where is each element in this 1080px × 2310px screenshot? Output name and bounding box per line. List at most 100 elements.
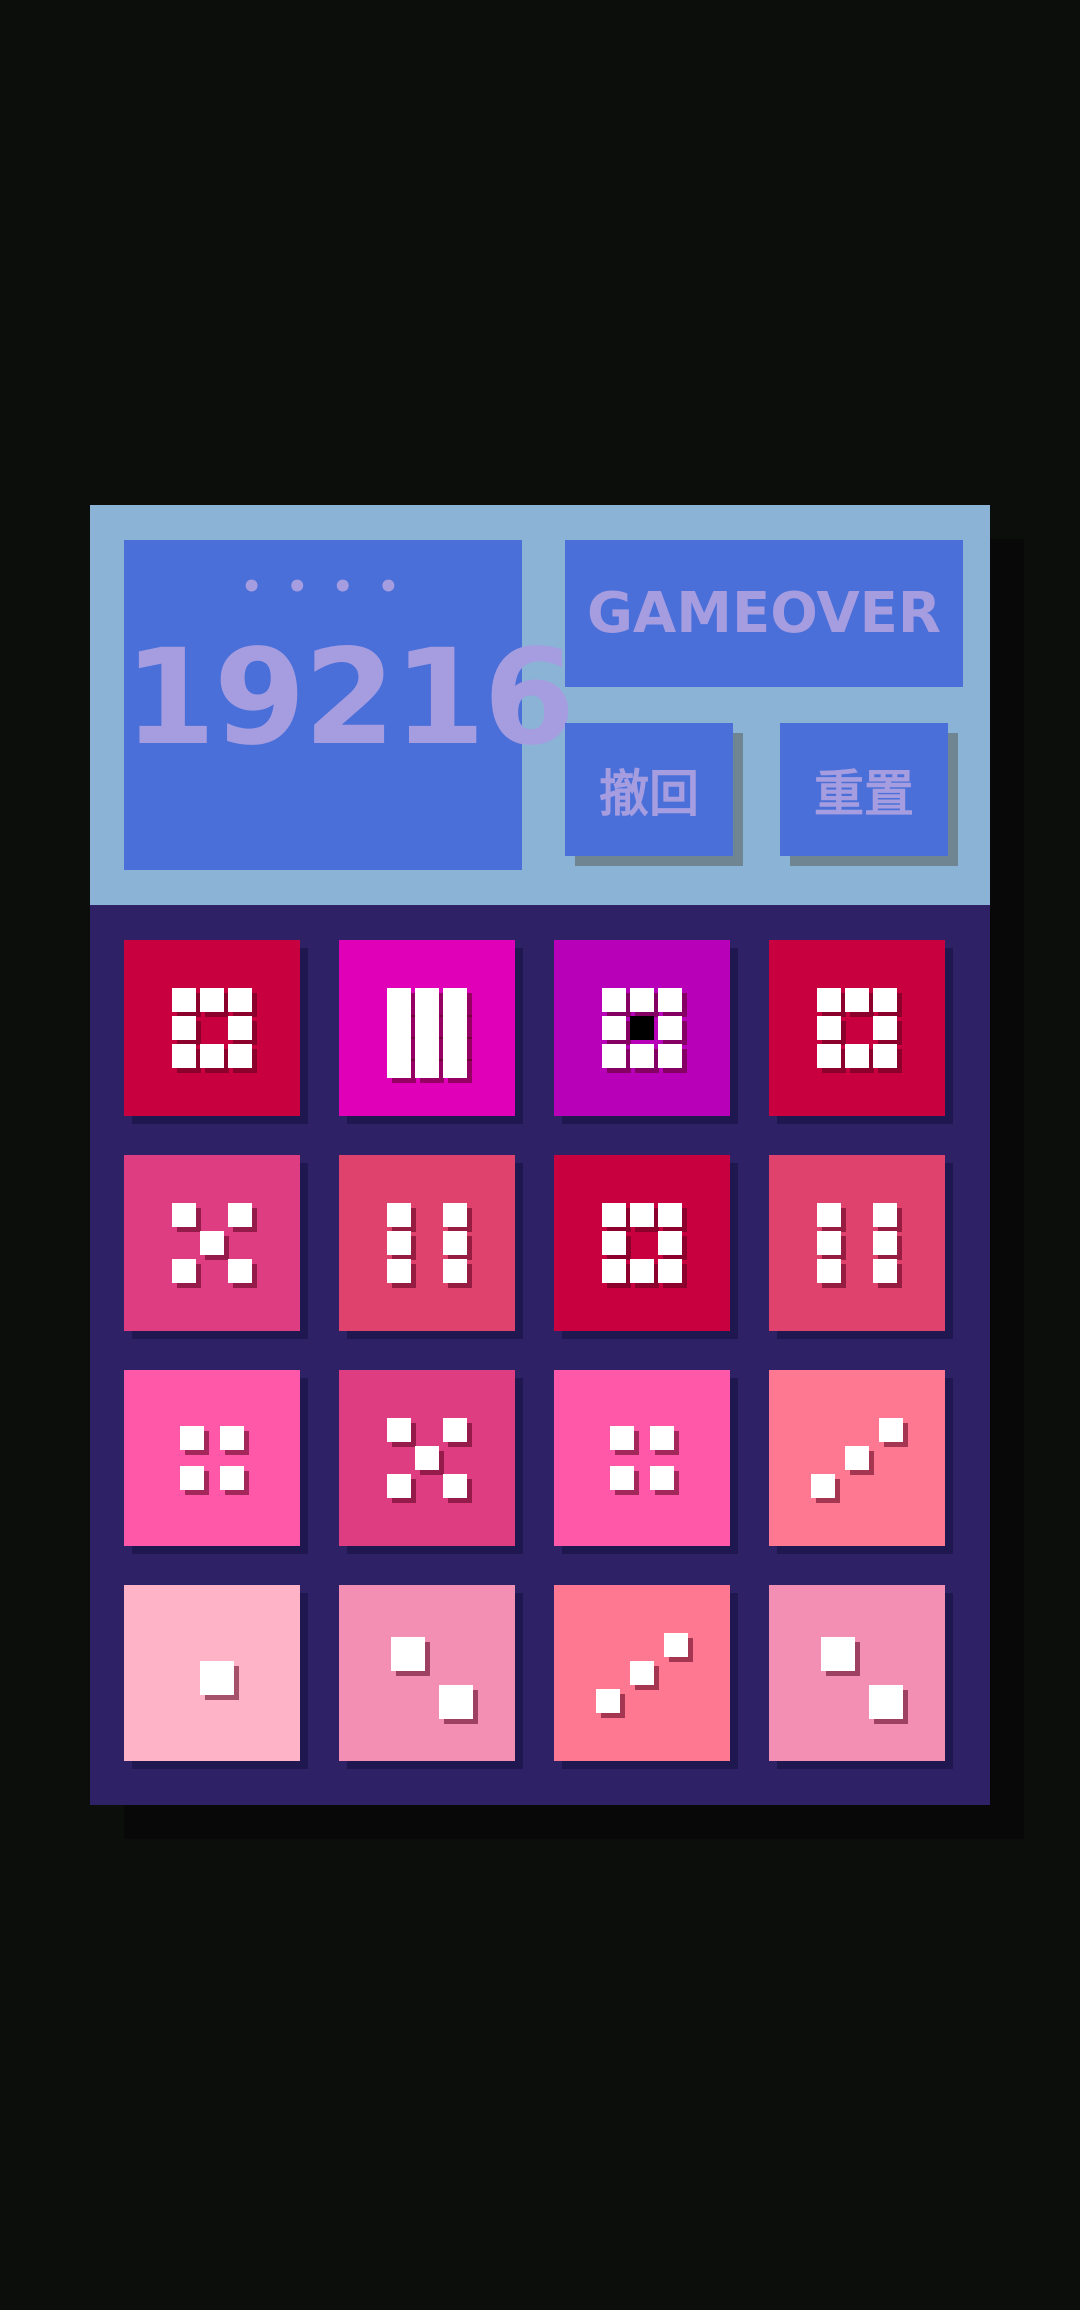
tile-pip — [817, 1044, 841, 1068]
header-panel: • • • • 19216 GAMEOVER 撤回 重置 — [90, 505, 990, 905]
tile-pip — [228, 1016, 252, 1040]
tile-pip — [869, 1685, 903, 1719]
tile-pip — [602, 1231, 626, 1255]
tile-pip — [200, 1231, 224, 1255]
score-dots: • • • • — [240, 567, 406, 607]
tile-r2-c3[interactable] — [554, 1155, 730, 1331]
tile-pip — [415, 1446, 439, 1470]
tile-pip — [658, 1203, 682, 1227]
tile-pip — [650, 1426, 674, 1450]
tile-pip — [602, 1203, 626, 1227]
tile-pip — [172, 1016, 196, 1040]
tile-pip — [228, 988, 252, 1012]
tile-pip — [387, 1418, 411, 1442]
tile-pip — [387, 1203, 411, 1227]
tile-r1-c1[interactable] — [124, 940, 300, 1116]
tile-r1-c3[interactable] — [554, 940, 730, 1116]
tile-pip — [610, 1426, 634, 1450]
tile-pip — [596, 1689, 620, 1713]
tile-pip — [228, 1259, 252, 1283]
tile-center-dark-pip — [630, 1016, 654, 1040]
reset-button[interactable]: 重置 — [780, 723, 948, 856]
tile-pip — [873, 1203, 897, 1227]
tile-pip — [443, 1032, 467, 1056]
tile-r2-c2[interactable] — [339, 1155, 515, 1331]
tile-pip — [845, 1446, 869, 1470]
tile-pip — [172, 988, 196, 1012]
tile-r3-c3[interactable] — [554, 1370, 730, 1546]
tile-pip — [443, 1259, 467, 1283]
tile-pip — [811, 1474, 835, 1498]
tile-pip — [630, 1203, 654, 1227]
tile-pip — [228, 1203, 252, 1227]
game-status-button[interactable]: GAMEOVER — [565, 540, 963, 687]
tile-pip — [443, 1474, 467, 1498]
tile-pip — [817, 988, 841, 1012]
tile-pip — [821, 1637, 855, 1671]
tile-pip — [873, 988, 897, 1012]
tile-pip — [658, 988, 682, 1012]
tile-pip — [180, 1426, 204, 1450]
tile-pip — [443, 1418, 467, 1442]
tile-r2-c4[interactable] — [769, 1155, 945, 1331]
score-value: 19216 — [124, 621, 575, 775]
tile-pip — [658, 1259, 682, 1283]
tile-pip — [602, 1259, 626, 1283]
tile-pip — [415, 1054, 439, 1078]
tile-pip — [873, 1259, 897, 1283]
tile-r3-c1[interactable] — [124, 1370, 300, 1546]
tile-pip — [200, 1044, 224, 1068]
tile-pip — [658, 1231, 682, 1255]
tile-pip — [817, 1203, 841, 1227]
tile-pip — [630, 1044, 654, 1068]
tile-r1-c4[interactable] — [769, 940, 945, 1116]
tile-pip — [172, 1044, 196, 1068]
tile-pip — [172, 1203, 196, 1227]
undo-button[interactable]: 撤回 — [565, 723, 733, 856]
tile-pip — [873, 1016, 897, 1040]
tile-r4-c2[interactable] — [339, 1585, 515, 1761]
tile-pip — [391, 1637, 425, 1671]
tile-pip — [602, 1016, 626, 1040]
tile-pip — [180, 1466, 204, 1490]
tile-pip — [443, 1203, 467, 1227]
tile-pip — [443, 1010, 467, 1034]
tile-r4-c3[interactable] — [554, 1585, 730, 1761]
tile-r4-c4[interactable] — [769, 1585, 945, 1761]
tile-pip — [387, 1032, 411, 1056]
tile-pip — [873, 1044, 897, 1068]
tile-pip — [443, 1231, 467, 1255]
tile-pip — [817, 1259, 841, 1283]
tile-pip — [664, 1633, 688, 1657]
tile-pip — [443, 988, 467, 1012]
tile-pip — [200, 988, 224, 1012]
tile-pip — [845, 988, 869, 1012]
tile-pip — [817, 1016, 841, 1040]
tile-pip — [200, 1661, 234, 1695]
tile-r3-c2[interactable] — [339, 1370, 515, 1546]
tile-pip — [630, 1259, 654, 1283]
tile-pip — [415, 1010, 439, 1034]
tile-pip — [658, 1016, 682, 1040]
tile-r4-c1[interactable] — [124, 1585, 300, 1761]
tile-pip — [439, 1685, 473, 1719]
tile-pip — [220, 1466, 244, 1490]
tile-pip — [387, 988, 411, 1012]
tile-pip — [228, 1044, 252, 1068]
tile-pip — [630, 988, 654, 1012]
game-container: • • • • 19216 GAMEOVER 撤回 重置 — [90, 505, 990, 1805]
tile-r2-c1[interactable] — [124, 1155, 300, 1331]
tile-pip — [873, 1231, 897, 1255]
tile-pip — [443, 1054, 467, 1078]
tile-pip — [602, 988, 626, 1012]
score-panel: • • • • 19216 — [124, 540, 575, 870]
tile-pip — [415, 1032, 439, 1056]
tile-pip — [415, 988, 439, 1012]
tile-r1-c2[interactable] — [339, 940, 515, 1116]
tile-pip — [879, 1418, 903, 1442]
tile-pip — [387, 1231, 411, 1255]
tile-pip — [630, 1661, 654, 1685]
tile-pip — [387, 1474, 411, 1498]
tile-r3-c4[interactable] — [769, 1370, 945, 1546]
tile-pip — [602, 1044, 626, 1068]
